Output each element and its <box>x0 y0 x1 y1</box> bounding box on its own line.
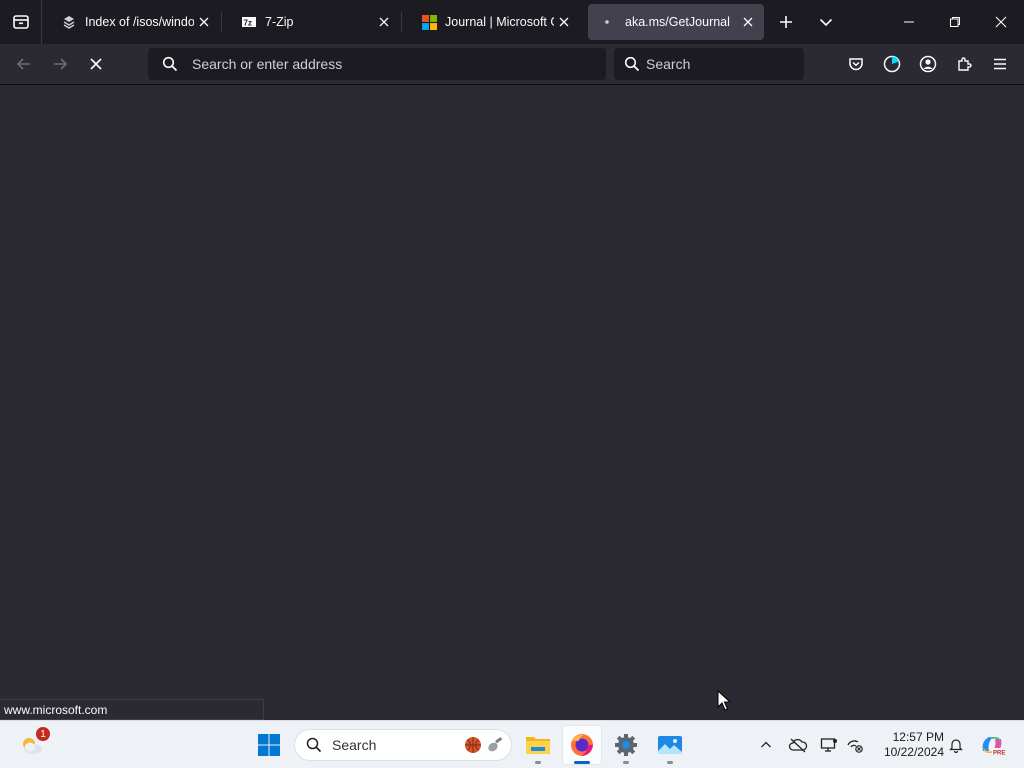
search-icon <box>623 55 641 73</box>
page-content <box>0 86 1024 720</box>
taskbar-search-box[interactable] <box>294 729 512 761</box>
monitor-icon <box>820 738 837 752</box>
settings-taskbar-button[interactable] <box>606 725 646 765</box>
settings-icon <box>615 734 637 756</box>
clock-date: 10/22/2024 <box>883 745 944 759</box>
active-indicator <box>574 761 590 764</box>
close-tab-icon[interactable] <box>554 12 574 32</box>
search-input[interactable] <box>646 56 827 72</box>
restore-button[interactable] <box>932 0 978 44</box>
forward-arrow-icon <box>54 58 68 70</box>
firefox-view-icon <box>12 15 29 29</box>
stop-button[interactable] <box>81 49 111 79</box>
restore-icon <box>950 17 960 27</box>
account-icon <box>919 55 937 73</box>
loading-dot-icon <box>601 14 617 30</box>
bell-icon <box>949 739 963 753</box>
tab-strip: Index of /isos/windows 7z 7-Zip Journal … <box>0 0 1024 44</box>
tab-aka-ms-getjournal[interactable]: aka.ms/GetJournal <box>588 4 764 40</box>
hamburger-menu-icon <box>994 58 1006 70</box>
clock-time: 12:57 PM <box>892 730 944 744</box>
tab-journal-microsoft-garage[interactable]: Journal | Microsoft Garage <box>408 4 580 40</box>
tab-separator <box>221 12 222 32</box>
running-indicator <box>623 761 629 764</box>
forward-button[interactable] <box>45 49 75 79</box>
search-bar[interactable] <box>614 48 827 80</box>
close-tab-icon[interactable] <box>194 12 214 32</box>
search-icon <box>305 736 323 754</box>
status-link-preview: www.microsoft.com <box>0 699 264 720</box>
photos-taskbar-button[interactable] <box>650 725 690 765</box>
firefox-taskbar-button[interactable] <box>562 725 602 765</box>
file-explorer-icon <box>526 737 550 754</box>
running-indicator <box>535 761 541 764</box>
mouse-pointer-icon <box>717 689 732 717</box>
no-internet-icon <box>847 740 863 753</box>
7zip-icon: 7z <box>241 14 257 30</box>
minimize-button[interactable] <box>886 0 932 44</box>
notification-badge: 1 <box>36 727 50 741</box>
tab-title: Index of /isos/windows <box>85 15 194 29</box>
taskbar: 1 12:57 PM <box>0 720 1024 768</box>
address-input[interactable] <box>192 56 606 72</box>
onedrive-tray-icon-button[interactable] <box>784 729 812 761</box>
clock[interactable]: 12:57 PM 10/22/2024 <box>874 730 944 760</box>
puzzle-icon <box>958 57 972 71</box>
navigation-toolbar <box>0 44 1024 85</box>
network-tray-icon-button[interactable] <box>841 729 869 761</box>
tab-title: 7-Zip <box>265 15 294 29</box>
tab-index-isos[interactable]: Index of /isos/windows <box>48 4 220 40</box>
svg-text:PRE: PRE <box>993 751 1005 757</box>
back-arrow-icon <box>16 58 30 70</box>
pocket-button[interactable] <box>841 49 871 79</box>
list-all-tabs-button[interactable] <box>812 8 840 36</box>
photos-icon <box>658 736 682 754</box>
start-button[interactable] <box>249 725 289 765</box>
show-hidden-icons-button[interactable] <box>752 729 780 761</box>
close-tab-icon[interactable] <box>374 12 394 32</box>
cloud-offline-icon <box>788 738 808 753</box>
taskbar-search-input[interactable] <box>332 737 452 753</box>
firefox-icon <box>571 734 593 756</box>
copilot-icon: PRE <box>982 737 1005 757</box>
chevron-down-icon <box>819 18 833 27</box>
tab-separator <box>401 12 402 32</box>
menu-button[interactable] <box>985 49 1015 79</box>
close-icon <box>995 16 1007 28</box>
display-tray-icon-button[interactable] <box>815 729 843 761</box>
widgets-button[interactable]: 1 <box>12 725 52 765</box>
chevron-up-icon <box>761 741 771 748</box>
running-indicator <box>667 761 673 764</box>
svg-text:7z: 7z <box>244 19 252 28</box>
notifications-button[interactable] <box>942 729 970 761</box>
account-button[interactable] <box>913 49 943 79</box>
downloads-button[interactable] <box>877 49 907 79</box>
page-icon <box>61 14 77 30</box>
plus-icon <box>780 16 792 28</box>
extensions-button[interactable] <box>949 49 979 79</box>
search-highlight-icon <box>463 735 505 755</box>
copilot-button[interactable]: PRE <box>977 729 1007 761</box>
windows-logo-icon <box>258 734 280 756</box>
close-window-button[interactable] <box>978 0 1024 44</box>
tab-7zip[interactable]: 7z 7-Zip <box>228 4 400 40</box>
pocket-icon <box>849 58 863 71</box>
file-explorer-taskbar-button[interactable] <box>518 725 558 765</box>
download-progress-icon <box>883 55 901 73</box>
stop-icon <box>90 58 102 70</box>
firefox-view-button[interactable] <box>0 0 42 44</box>
new-tab-button[interactable] <box>772 8 800 36</box>
search-icon <box>161 55 179 73</box>
microsoft-logo-icon <box>421 14 437 30</box>
tab-title: Journal | Microsoft Garage <box>445 15 554 29</box>
close-tab-icon[interactable] <box>738 12 758 32</box>
address-bar[interactable] <box>148 48 606 80</box>
back-button[interactable] <box>9 49 39 79</box>
tab-title: aka.ms/GetJournal <box>625 15 730 29</box>
minimize-icon <box>904 21 914 23</box>
